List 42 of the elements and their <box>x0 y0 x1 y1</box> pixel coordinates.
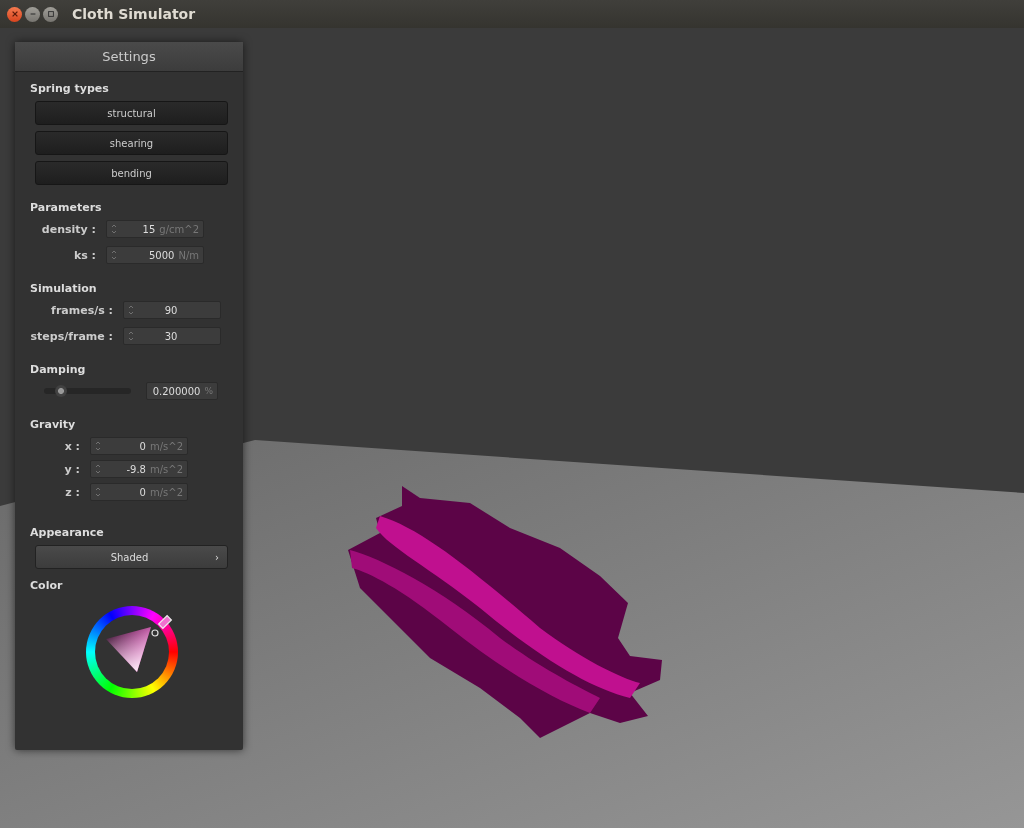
minimize-button[interactable] <box>25 6 40 22</box>
field-label: z : <box>64 485 81 499</box>
spinner-icon <box>111 249 117 261</box>
number-field[interactable]: 5000 N/m <box>106 246 204 264</box>
maximize-button[interactable] <box>43 6 58 22</box>
number-field[interactable]: 30 <box>123 327 221 345</box>
number-field[interactable]: 90 <box>123 301 221 319</box>
minus-icon <box>28 10 37 18</box>
number-field[interactable]: -9.8 m/s^2 <box>90 460 188 478</box>
field-label: y : <box>63 462 81 476</box>
spring-type-button[interactable]: structural <box>35 101 228 125</box>
section-heading: Gravity <box>30 418 77 431</box>
spring-type-button[interactable]: shearing <box>35 131 228 155</box>
damping-slider[interactable] <box>44 388 131 394</box>
section-heading: Spring types <box>30 82 110 95</box>
spinner-icon <box>95 440 101 452</box>
section-heading: Color <box>30 579 64 592</box>
spring-type-button[interactable]: bending <box>35 161 228 185</box>
field-label: x : <box>63 439 81 453</box>
field-label: frames/s : <box>50 303 114 317</box>
spinner-icon <box>128 304 134 316</box>
field-label: steps/frame : <box>30 329 114 343</box>
number-field[interactable]: 0.200000 % <box>146 382 218 400</box>
spinner-icon <box>128 330 134 342</box>
section-heading: Parameters <box>30 201 103 214</box>
section-heading: Simulation <box>30 282 98 295</box>
close-icon <box>10 10 19 18</box>
spinner-icon <box>95 463 101 475</box>
window-title: Cloth Simulator <box>72 6 196 22</box>
panel-title: Settings <box>15 42 243 72</box>
number-field[interactable]: 15 g/cm^2 <box>106 220 204 238</box>
appearance-dropdown[interactable]: Shaded › <box>35 545 228 569</box>
color-triangle-icon[interactable] <box>106 627 151 672</box>
section-heading: Damping <box>30 363 87 376</box>
spinner-icon <box>95 486 101 498</box>
spinner-icon <box>111 223 117 235</box>
field-label: density : <box>40 222 97 236</box>
number-field[interactable]: 0 m/s^2 <box>90 483 188 501</box>
close-button[interactable] <box>7 6 22 22</box>
section-heading: Appearance <box>30 526 105 539</box>
number-field[interactable]: 0 m/s^2 <box>90 437 188 455</box>
field-label: ks : <box>72 248 97 262</box>
